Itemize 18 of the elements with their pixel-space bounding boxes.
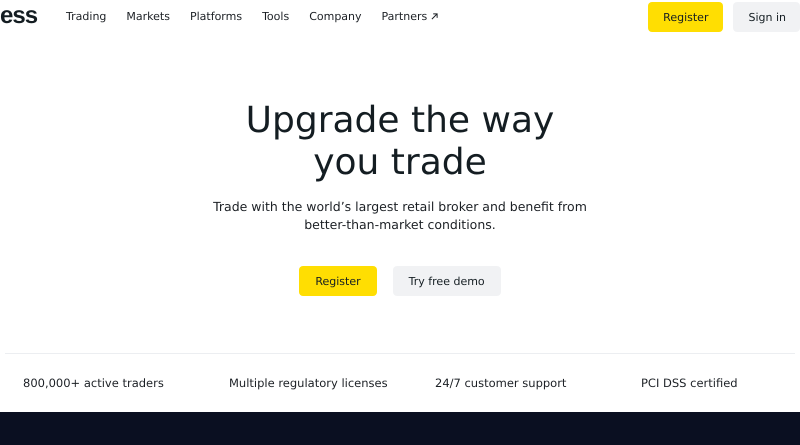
arrow-icon — [431, 12, 438, 20]
demo-button[interactable]: Try free demo — [392, 266, 501, 296]
nav-link[interactable]: Trading — [66, 10, 106, 22]
nav-link[interactable]: Markets — [126, 10, 170, 22]
register-button[interactable]: Register — [648, 2, 724, 32]
feature-text: Multiple regulatory licenses — [229, 376, 389, 390]
feature-text: 24/7 customer support — [435, 376, 568, 390]
feature-text: PCI DSS certified — [641, 376, 739, 390]
sign-in-button[interactable]: Sign in — [733, 2, 800, 32]
nav-link[interactable]: Tools — [262, 10, 290, 22]
nav-link[interactable]: Platforms — [190, 10, 242, 22]
register-button[interactable]: Register — [299, 266, 377, 296]
nav-link[interactable]: Partners — [382, 10, 438, 22]
hero-title: Upgrade the way you trade — [246, 100, 554, 184]
nav-link[interactable]: Company — [309, 10, 362, 22]
logo[interactable]: ess — [0, 4, 38, 28]
hero-subtitle: Trade with the world’s largest retail broker and benefit from better-than-market conditions. — [213, 198, 587, 234]
feature-text: 800,000+ active traders — [23, 376, 165, 390]
